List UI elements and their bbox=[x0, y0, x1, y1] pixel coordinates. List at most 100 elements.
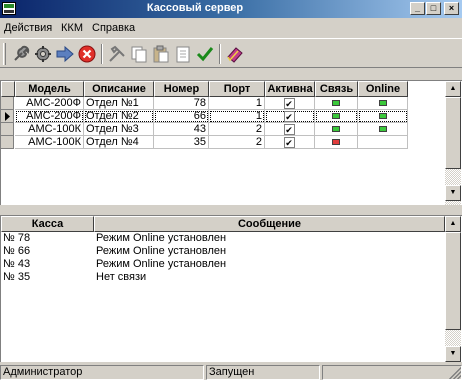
paste-icon[interactable] bbox=[150, 43, 172, 65]
log-message: Режим Online установлен bbox=[96, 258, 227, 270]
minimize-button[interactable]: _ bbox=[410, 2, 425, 15]
cell-port[interactable]: 1 bbox=[209, 110, 265, 123]
column-header-register[interactable]: Касса bbox=[1, 216, 94, 232]
menu-kkm[interactable]: ККМ bbox=[61, 22, 83, 34]
scroll-up-button[interactable]: ▲ bbox=[445, 216, 461, 232]
active-checkbox[interactable]: ✔ bbox=[283, 111, 295, 122]
cell-description[interactable]: Отдел №2 bbox=[84, 110, 154, 123]
column-header-message[interactable]: Сообщение bbox=[94, 216, 445, 232]
online-status-indicator bbox=[378, 100, 387, 106]
cell-number[interactable]: 35 bbox=[154, 136, 209, 149]
cell-number[interactable]: 66 bbox=[154, 110, 209, 123]
messages-log[interactable]: Касса Сообщение № 78 Режим Online устано… bbox=[0, 215, 462, 362]
row-indicator-header bbox=[1, 81, 15, 97]
active-checkbox[interactable]: ✔ bbox=[283, 124, 295, 135]
link-status-indicator bbox=[332, 113, 340, 119]
active-checkbox[interactable]: ✔ bbox=[283, 98, 295, 109]
scroll-down-button[interactable]: ▼ bbox=[445, 185, 461, 201]
document-icon[interactable] bbox=[172, 43, 194, 65]
cell-active[interactable]: ✔ bbox=[265, 110, 315, 123]
cell-link bbox=[315, 110, 358, 123]
arrow-right-icon[interactable] bbox=[54, 43, 76, 65]
cell-description[interactable]: Отдел №3 bbox=[84, 123, 154, 136]
column-header-description[interactable]: Описание bbox=[84, 81, 154, 97]
column-header-active[interactable]: Активна bbox=[265, 81, 315, 97]
cell-active[interactable]: ✔ bbox=[265, 123, 315, 136]
cell-online bbox=[358, 136, 408, 149]
toolbar-separator bbox=[219, 44, 221, 64]
registers-vertical-scrollbar[interactable]: ▲ ▼ bbox=[445, 81, 461, 205]
scroll-thumb[interactable] bbox=[445, 232, 461, 330]
window-title: Кассовый сервер bbox=[146, 2, 244, 14]
scroll-thumb[interactable] bbox=[445, 97, 461, 169]
cell-online bbox=[358, 123, 408, 136]
log-message: Режим Online установлен bbox=[96, 245, 227, 257]
wrench-icon[interactable] bbox=[10, 43, 32, 65]
link-status-indicator bbox=[332, 126, 340, 132]
close-button[interactable]: × bbox=[444, 2, 459, 15]
link-status-indicator bbox=[332, 139, 340, 145]
link-status-indicator bbox=[332, 100, 340, 106]
cell-number[interactable]: 43 bbox=[154, 123, 209, 136]
pane-splitter[interactable] bbox=[0, 205, 462, 211]
row-indicator[interactable] bbox=[1, 136, 14, 149]
registers-grid[interactable]: Модель Описание Номер Порт Активна Связь… bbox=[0, 80, 462, 205]
log-message: Режим Online установлен bbox=[96, 232, 227, 244]
column-header-number[interactable]: Номер bbox=[154, 81, 209, 97]
messages-vertical-scrollbar[interactable]: ▲ ▼ bbox=[445, 216, 461, 362]
cell-online bbox=[358, 110, 408, 123]
cell-number[interactable]: 78 bbox=[154, 97, 209, 110]
log-register: № 35 bbox=[3, 271, 31, 283]
cell-port[interactable]: 2 bbox=[209, 123, 265, 136]
cell-active[interactable]: ✔ bbox=[265, 97, 315, 110]
cell-port[interactable]: 1 bbox=[209, 97, 265, 110]
active-checkbox[interactable]: ✔ bbox=[283, 137, 295, 148]
status-state: Запущен bbox=[206, 365, 320, 380]
column-header-link[interactable]: Связь bbox=[315, 81, 358, 97]
cell-link bbox=[315, 97, 358, 110]
cell-port[interactable]: 2 bbox=[209, 136, 265, 149]
cell-model[interactable]: АМС-100К bbox=[15, 136, 84, 149]
toolbar bbox=[0, 38, 462, 68]
resize-grip[interactable] bbox=[449, 367, 461, 379]
scroll-down-button[interactable]: ▼ bbox=[445, 346, 461, 362]
online-status-indicator bbox=[378, 113, 387, 119]
log-register: № 43 bbox=[3, 258, 31, 270]
scroll-up-button[interactable]: ▲ bbox=[445, 81, 461, 97]
current-row-arrow-icon bbox=[5, 112, 10, 121]
log-message: Нет связи bbox=[96, 271, 147, 283]
check-icon[interactable] bbox=[194, 43, 216, 65]
toolbar-separator bbox=[101, 44, 103, 64]
row-indicator[interactable] bbox=[1, 123, 14, 136]
toolbar-grip[interactable] bbox=[3, 43, 6, 65]
cell-link bbox=[315, 136, 358, 149]
column-header-port[interactable]: Порт bbox=[209, 81, 265, 97]
column-header-model[interactable]: Модель bbox=[15, 81, 84, 97]
title-bar[interactable]: Кассовый сервер _ □ × bbox=[0, 0, 462, 18]
status-bar: Администратор Запущен bbox=[0, 364, 462, 380]
cell-model[interactable]: АМС-200Ф bbox=[15, 97, 84, 110]
book-icon[interactable] bbox=[224, 43, 246, 65]
row-indicator[interactable] bbox=[1, 110, 14, 123]
gear-icon[interactable] bbox=[32, 43, 54, 65]
column-header-online[interactable]: Online bbox=[358, 81, 408, 97]
tools-icon[interactable] bbox=[106, 43, 128, 65]
online-status-indicator bbox=[378, 126, 387, 132]
row-indicator[interactable] bbox=[1, 97, 14, 110]
log-register: № 78 bbox=[3, 232, 31, 244]
cell-description[interactable]: Отдел №4 bbox=[84, 136, 154, 149]
cell-description[interactable]: Отдел №1 bbox=[84, 97, 154, 110]
status-empty-panel bbox=[322, 365, 462, 380]
stop-icon[interactable] bbox=[76, 43, 98, 65]
maximize-button[interactable]: □ bbox=[426, 2, 441, 15]
app-icon[interactable] bbox=[2, 2, 16, 15]
copy-icon[interactable] bbox=[128, 43, 150, 65]
menu-actions[interactable]: Действия bbox=[4, 22, 52, 34]
cell-model[interactable]: АМС-100К bbox=[15, 123, 84, 136]
cell-active[interactable]: ✔ bbox=[265, 136, 315, 149]
menu-help[interactable]: Справка bbox=[92, 22, 135, 34]
cell-model[interactable]: АМС-200Ф bbox=[15, 110, 84, 123]
menu-bar: Действия ККМ Справка bbox=[0, 19, 462, 37]
status-user: Администратор bbox=[0, 365, 204, 380]
cell-link bbox=[315, 123, 358, 136]
